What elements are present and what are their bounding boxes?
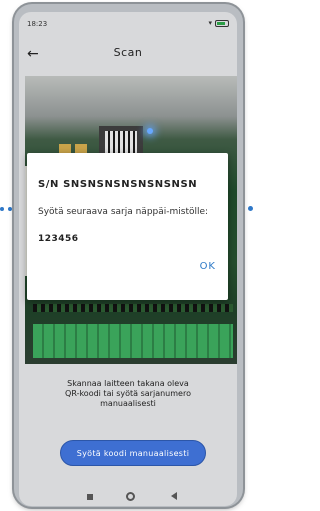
enter-code-manually-button[interactable]: Syötä koodi manuaalisesti <box>60 440 206 466</box>
pager-dot <box>8 207 12 211</box>
camera-background <box>33 324 233 358</box>
serial-dialog: S/N SNSNSNSNSNSNSNSN Syötä seuraava sarj… <box>27 153 228 300</box>
camera-background <box>147 128 153 134</box>
dialog-message: Syötä seuraava sarja näppäi-mistölle: <box>38 207 209 217</box>
instruction-line: QR-koodi tai syötä sarjanumero <box>65 389 191 398</box>
pager-dot-right <box>248 206 253 211</box>
back-triangle-icon[interactable] <box>171 492 177 500</box>
system-nav-bar <box>19 488 237 506</box>
dialog-title: S/N SNSNSNSNSNSNSNSN <box>38 179 198 190</box>
page-title: Scan <box>113 46 143 59</box>
signal-icon: ▾ <box>208 19 212 27</box>
phone-screen: 18:23 ▾ ← Scan S/N SNSNSNSNSNSNSNSN Syöt… <box>19 12 237 506</box>
dialog-serial: 123456 <box>38 234 79 244</box>
pager-dot <box>0 207 4 211</box>
pager-dots-left <box>0 207 12 211</box>
app-bar: ← Scan <box>19 44 237 66</box>
instruction-line: manuaalisesti <box>100 399 156 408</box>
battery-icon <box>215 19 229 27</box>
status-time: 18:23 <box>27 20 48 28</box>
recents-icon[interactable] <box>87 494 93 500</box>
status-bar: 18:23 ▾ <box>19 12 237 34</box>
status-icons: ▾ <box>208 19 229 27</box>
home-icon[interactable] <box>126 492 135 501</box>
scan-instructions: Skannaa laitteen takana oleva QR-koodi t… <box>19 379 237 409</box>
ok-button[interactable]: OK <box>200 261 216 272</box>
camera-background <box>33 304 233 312</box>
instruction-line: Skannaa laitteen takana oleva <box>67 379 189 388</box>
